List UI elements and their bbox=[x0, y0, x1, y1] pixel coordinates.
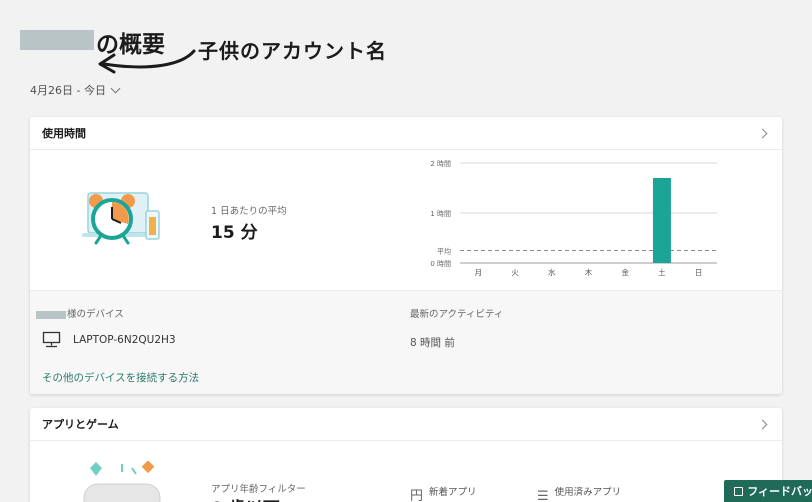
chat-icon bbox=[734, 486, 744, 496]
average-label: 平均 bbox=[437, 247, 451, 256]
date-range-label: 4月26日 - 今日 bbox=[30, 84, 106, 97]
screen-time-title: 使用時間 bbox=[42, 127, 86, 140]
x-tick-label: 金 bbox=[621, 267, 629, 277]
connect-devices-link[interactable]: その他のデバイスを接続する方法 bbox=[42, 370, 199, 385]
page-header: の概要 子供のアカウント名 bbox=[20, 22, 440, 82]
annotation-arrow-icon bbox=[98, 49, 196, 74]
feedback-button[interactable]: フィードバック bbox=[724, 480, 812, 502]
x-tick-label: 木 bbox=[585, 267, 593, 277]
new-apps-label: 新着アプリ bbox=[429, 487, 477, 498]
laptop-icon bbox=[42, 331, 61, 348]
y-tick-label: 0 時間 bbox=[430, 260, 451, 268]
list-icon: ☰ bbox=[537, 489, 549, 502]
x-tick-label: 月 bbox=[475, 268, 483, 277]
screen-time-card: 使用時間 1 日あたりの平均 15 分 0 時間 1 時間 2 時間平均月 火 水 木 金 土… bbox=[30, 117, 782, 394]
apps-games-title: アプリとゲーム bbox=[42, 418, 119, 431]
used-apps-label: 使用済みアプリ bbox=[554, 487, 622, 498]
annotation-label: 子供のアカウント名 bbox=[198, 39, 387, 63]
x-tick-label: 火 bbox=[511, 268, 519, 277]
y-tick-label: 1 時間 bbox=[430, 210, 451, 218]
activity-label: 最新のアクティビティ bbox=[410, 309, 504, 320]
devices-section: 様のデバイス 最新のアクティビティ LAPTOP-6N2QU2H3 8 時間 前… bbox=[30, 290, 782, 394]
y-tick-label: 2 時間 bbox=[430, 160, 451, 168]
chart-bar bbox=[652, 178, 671, 263]
apps-games-card: アプリとゲーム アプリ年齢フィルター 0 歳以下 円 新着アプリ ☰ 使用済みア… bbox=[30, 408, 782, 502]
devices-label-text: 様のデバイス bbox=[67, 309, 124, 320]
x-tick-label: 水 bbox=[548, 267, 556, 277]
age-filter-value: 0 歳以下 bbox=[211, 494, 280, 502]
alarm-clock-illustration-icon bbox=[82, 192, 160, 245]
x-tick-label: 土 bbox=[658, 267, 666, 277]
chevron-right-icon[interactable] bbox=[757, 128, 768, 138]
device-row[interactable]: LAPTOP-6N2QU2H3 bbox=[42, 331, 176, 348]
x-tick-label: 日 bbox=[695, 268, 703, 277]
yen-icon: 円 bbox=[410, 489, 424, 502]
date-range-selector[interactable]: 4月26日 - 今日 bbox=[30, 82, 121, 98]
chevron-right-icon[interactable] bbox=[757, 419, 768, 429]
new-apps[interactable]: 円 新着アプリ bbox=[410, 484, 477, 502]
device-name: LAPTOP-6N2QU2H3 bbox=[73, 333, 176, 346]
activity-value: 8 時間 前 bbox=[410, 337, 455, 349]
screen-time-header[interactable]: 使用時間 bbox=[30, 117, 782, 150]
age-filter-label: アプリ年齢フィルター bbox=[211, 484, 306, 495]
gamepad-illustration-icon bbox=[83, 460, 161, 502]
daily-average-label: 1 日あたりの平均 bbox=[211, 206, 287, 217]
weekly-usage-chart: 0 時間 1 時間 2 時間平均月 火 水 木 金 土 日 bbox=[430, 160, 717, 277]
feedback-label: フィードバック bbox=[747, 485, 812, 498]
devices-label: 様のデバイス bbox=[36, 306, 124, 320]
used-apps[interactable]: ☰ 使用済みアプリ bbox=[537, 484, 621, 502]
apps-games-header[interactable]: アプリとゲーム bbox=[30, 408, 782, 441]
child-name-redaction bbox=[36, 310, 66, 319]
daily-average-value: 15 分 bbox=[211, 223, 258, 243]
child-name-redaction bbox=[20, 30, 94, 50]
chevron-down-icon bbox=[110, 83, 121, 94]
